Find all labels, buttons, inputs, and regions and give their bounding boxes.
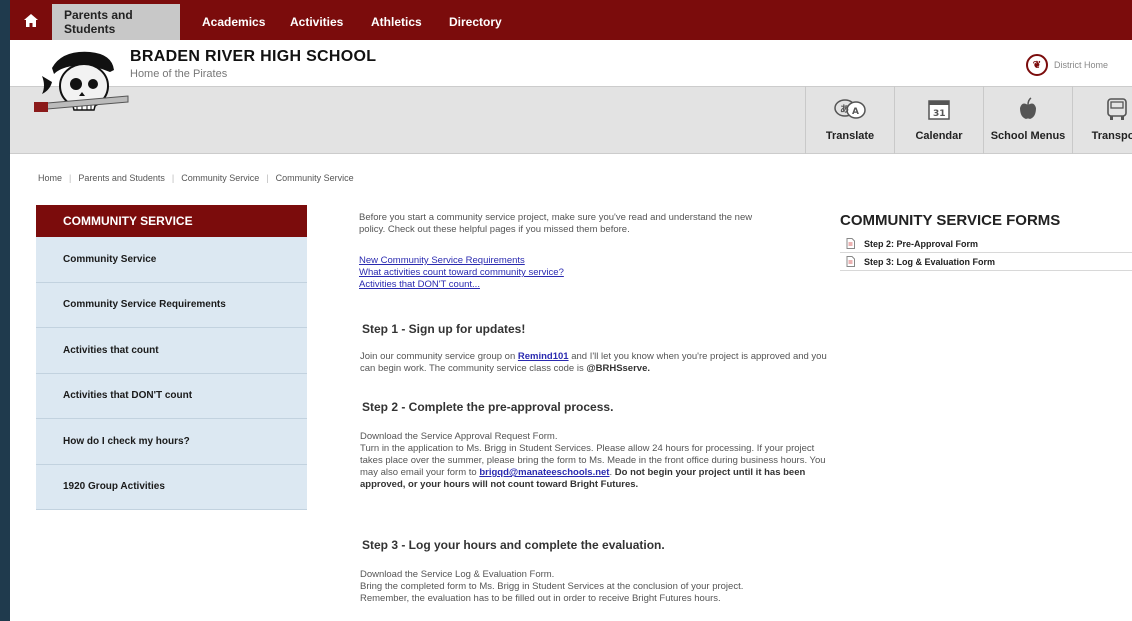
form-item-log-evaluation[interactable]: Step 3: Log & Evaluation Form [840,253,1132,271]
calendar-icon-number: 31 [933,109,946,119]
district-home-label: District Home [1053,60,1108,70]
step2-line1: Download the Service Approval Request Fo… [360,431,558,442]
sidebar-item-check-hours[interactable]: How do I check my hours? [36,419,307,465]
document-icon [846,256,855,267]
document-icon [846,238,855,249]
svg-text:A: A [852,107,859,117]
bus-icon [1106,96,1128,122]
class-code: @BRHSserve. [586,363,650,374]
pirate-skull-logo[interactable] [32,46,132,126]
tool-calendar-label: Calendar [915,130,963,142]
district-home-link[interactable]: ❦ District Home [1025,54,1108,76]
step1-heading: Step 1 - Sign up for updates! [362,322,526,336]
tool-transport-label: Transport [1091,130,1132,142]
district-seal-icon: ❦ [1025,54,1048,76]
calendar-icon: 31 [927,96,951,122]
translate-icon: あ A [833,96,867,122]
tool-calendar[interactable]: 31 Calendar [894,86,983,154]
tool-school-menus[interactable]: School Menus [983,86,1072,154]
nav-academics[interactable]: Academics [190,4,277,40]
step1-text-before: Join our community service group on [360,351,518,362]
form-item-label: Step 2: Pre-Approval Form [864,238,979,249]
step3-text: Download the Service Log & Evaluation Fo… [360,569,830,605]
home-icon [24,13,38,27]
tool-school-menus-label: School Menus [990,130,1066,142]
tool-translate[interactable]: あ A Translate [805,86,894,154]
step3-line3: Remember, the evaluation has to be fille… [360,593,721,604]
step1-text: Join our community service group on Remi… [360,351,830,375]
sidebar-item-activities-that-count[interactable]: Activities that count [36,328,307,374]
step3-heading: Step 3 - Log your hours and complete the… [362,538,665,552]
form-item-label: Step 3: Log & Evaluation Form [864,256,996,267]
step3-line2: Bring the completed form to Ms. Brigg in… [360,581,744,592]
home-button[interactable] [10,0,52,40]
school-tagline: Home of the Pirates [130,68,228,80]
link-activities-count[interactable]: What activities count toward community s… [359,267,564,278]
nav-athletics[interactable]: Athletics [359,4,434,40]
quick-tools: あ A Translate 31 Calendar School Menus T… [805,86,1132,154]
main-content: Before you start a community service pro… [359,212,829,604]
sidebar-item-group-activities[interactable]: 1920 Group Activities [36,464,307,510]
breadcrumb: Home | Parents and Students | Community … [38,173,354,183]
nav-parents-and-students[interactable]: Parents and Students [52,4,180,40]
svg-text:あ: あ [840,104,849,115]
breadcrumb-parents-and-students[interactable]: Parents and Students [78,173,165,183]
tool-translate-label: Translate [825,130,875,142]
helpful-links: New Community Service Requirements What … [359,255,829,291]
apple-icon [1018,96,1038,122]
form-item-pre-approval[interactable]: Step 2: Pre-Approval Form [840,235,1132,253]
sidebar-item-requirements[interactable]: Community Service Requirements [36,282,307,328]
sidebar-item-community-service[interactable]: Community Service [36,237,307,283]
nav-directory[interactable]: Directory [437,4,514,40]
remind101-link[interactable]: Remind101 [518,351,569,362]
breadcrumb-current: Community Service [275,173,354,183]
step3-line1: Download the Service Log & Evaluation Fo… [360,569,555,580]
email-link[interactable]: brigqd@manateeschools.net [479,467,609,478]
site-header: BRADEN RIVER HIGH SCHOOL Home of the Pir… [10,40,1132,86]
step2-text: Download the Service Approval Request Fo… [360,431,830,491]
breadcrumb-community-service[interactable]: Community Service [181,173,259,183]
forms-title: COMMUNITY SERVICE FORMS [840,212,1061,229]
breadcrumb-separator: | [69,173,72,183]
sidebar-item-activities-dont-count[interactable]: Activities that DON'T count [36,373,307,419]
breadcrumb-separator: | [266,173,269,183]
step2-paragraph: Turn in the application to Ms. Brigg in … [360,443,830,491]
intro-text: Before you start a community service pro… [359,212,753,235]
step2-heading: Step 2 - Complete the pre-approval proce… [362,400,614,414]
sidebar: COMMUNITY SERVICE Community Service Comm… [36,205,307,510]
nav-activities[interactable]: Activities [278,4,355,40]
sidebar-title: COMMUNITY SERVICE [36,205,307,237]
breadcrumb-home[interactable]: Home [38,173,62,183]
breadcrumb-separator: | [171,173,175,183]
tool-transport[interactable]: Transport [1072,86,1132,154]
top-navigation: Parents and Students Academics Activitie… [10,0,1132,40]
page-frame: Parents and Students Academics Activitie… [10,0,1132,621]
school-name[interactable]: BRADEN RIVER HIGH SCHOOL [130,48,376,66]
forms-panel: COMMUNITY SERVICE FORMS Step 2: Pre-Appr… [840,212,1132,271]
link-activities-dont-count[interactable]: Activities that DON'T count... [359,279,480,290]
link-new-requirements[interactable]: New Community Service Requirements [359,255,525,266]
